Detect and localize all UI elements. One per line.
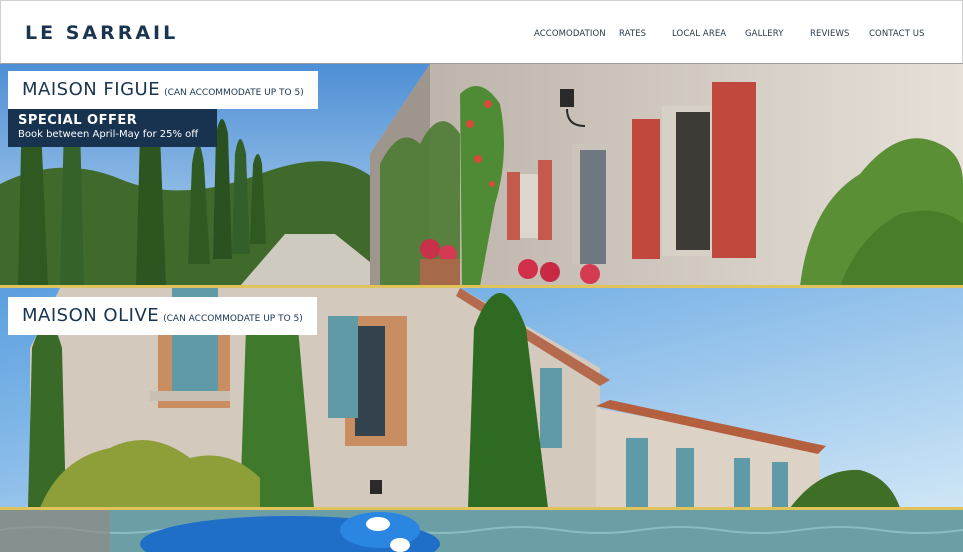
special-offer-badge[interactable]: SPECIAL OFFER Book between April-May for… <box>8 109 217 147</box>
maison-olive-banner[interactable]: MAISON OLIVE (CAN ACCOMMODATE UP TO 5) <box>0 288 963 508</box>
maison-figue-title-box: MAISON FIGUE (CAN ACCOMMODATE UP TO 5) <box>8 71 318 109</box>
pool-banner[interactable] <box>0 510 963 552</box>
offer-title: SPECIAL OFFER <box>18 113 138 128</box>
nav-local-area[interactable]: LOCAL AREA <box>672 29 726 39</box>
property-capacity: (CAN ACCOMMODATE UP TO 5) <box>163 314 303 324</box>
site-header: LE SARRAIL ACCOMODATION RATES LOCAL AREA… <box>0 0 963 64</box>
nav-gallery[interactable]: GALLERY <box>745 29 784 39</box>
main-nav: ACCOMODATION RATES LOCAL AREA GALLERY RE… <box>1 29 963 41</box>
nav-accomodation[interactable]: ACCOMODATION <box>534 29 606 39</box>
offer-text: Book between April-May for 25% off <box>18 129 199 140</box>
property-capacity: (CAN ACCOMMODATE UP TO 5) <box>164 88 304 98</box>
nav-rates[interactable]: RATES <box>619 29 646 39</box>
nav-reviews[interactable]: REVIEWS <box>810 29 849 39</box>
nav-contact-us[interactable]: CONTACT US <box>869 29 925 39</box>
property-name: MAISON OLIVE <box>22 305 160 326</box>
maison-figue-banner[interactable]: MAISON FIGUE (CAN ACCOMMODATE UP TO 5) S… <box>0 64 963 286</box>
property-name: MAISON FIGUE <box>22 79 161 100</box>
maison-olive-title-box: MAISON OLIVE (CAN ACCOMMODATE UP TO 5) <box>8 297 317 335</box>
pool-photo <box>0 510 963 552</box>
